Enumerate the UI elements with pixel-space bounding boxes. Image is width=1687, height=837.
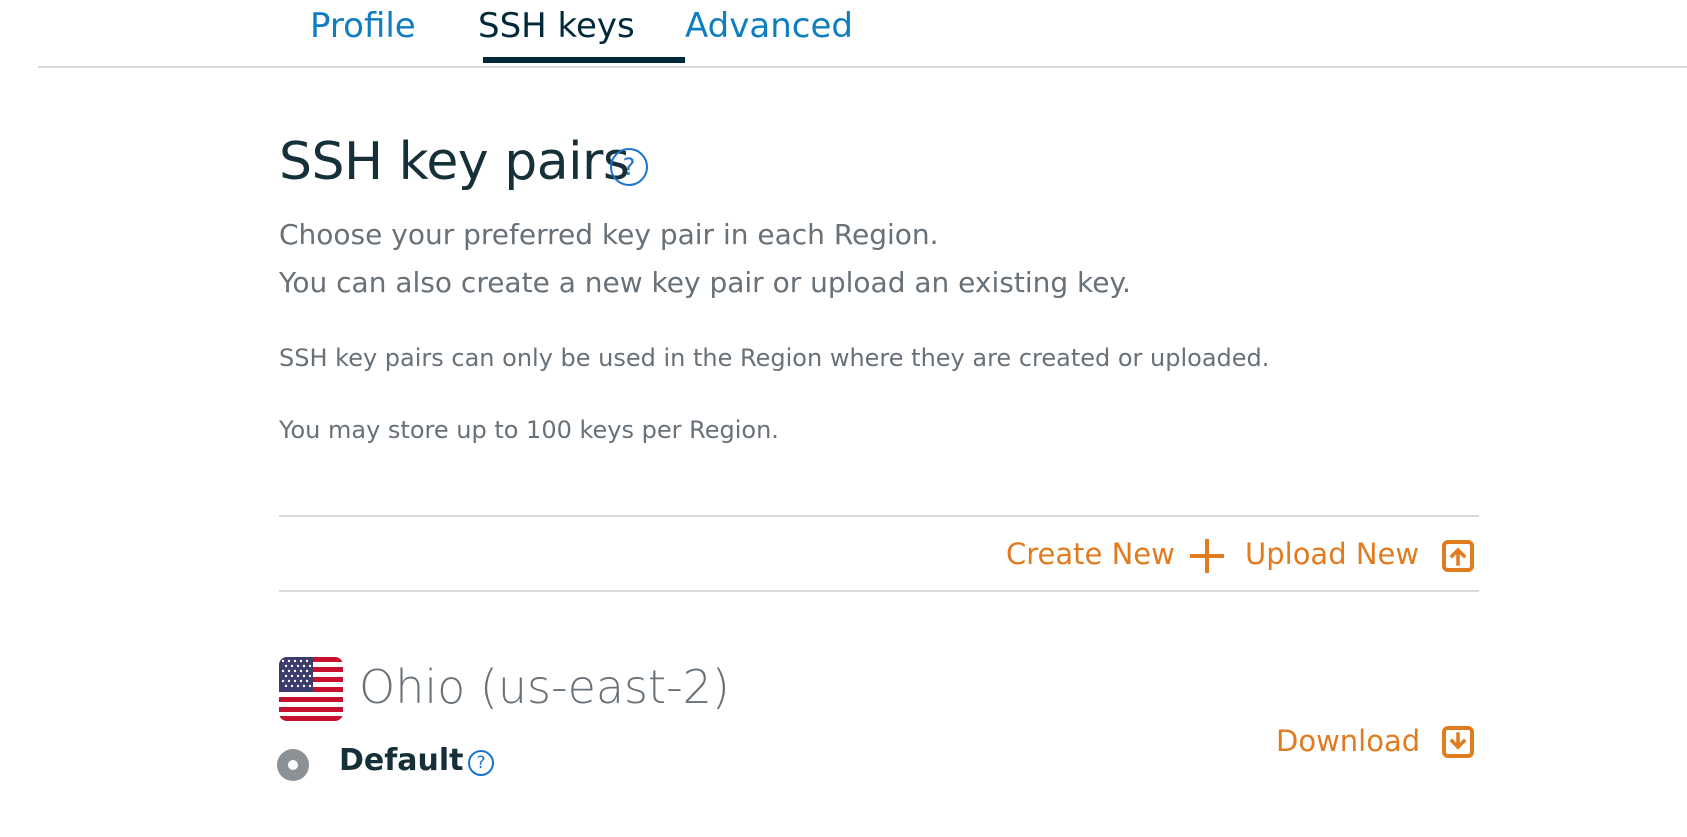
ssh-keys-page: Profile SSH keys Advanced SSH key pairs … [0,0,1687,837]
upload-icon[interactable] [1442,540,1474,572]
page-title: SSH key pairs [279,132,630,192]
tab-ssh-keys[interactable]: SSH keys [478,6,635,46]
description-line-1: Choose your preferred key pair in each R… [279,218,939,251]
help-icon[interactable]: ? [610,148,648,186]
default-key-radio[interactable] [277,749,309,781]
account-tabs: Profile SSH keys Advanced [38,0,1687,68]
download-icon[interactable] [1442,726,1474,758]
active-tab-indicator [483,57,685,63]
upload-new-button[interactable]: Upload New [1245,537,1419,571]
divider-top [279,515,1479,517]
default-key-label: Default [339,743,464,778]
tab-advanced[interactable]: Advanced [685,6,853,46]
divider-bottom [279,590,1479,592]
key-limit-note: You may store up to 100 keys per Region. [279,416,779,444]
download-button[interactable]: Download [1276,724,1420,758]
create-new-button[interactable]: Create New [1006,537,1175,571]
plus-icon[interactable] [1188,537,1226,575]
us-flag-icon [279,657,343,721]
region-note: SSH key pairs can only be used in the Re… [279,344,1270,372]
default-help-icon[interactable]: ? [468,750,494,776]
region-name: Ohio (us-east-2) [359,660,730,714]
description-line-2: You can also create a new key pair or up… [279,266,1131,299]
tab-profile[interactable]: Profile [310,6,416,46]
